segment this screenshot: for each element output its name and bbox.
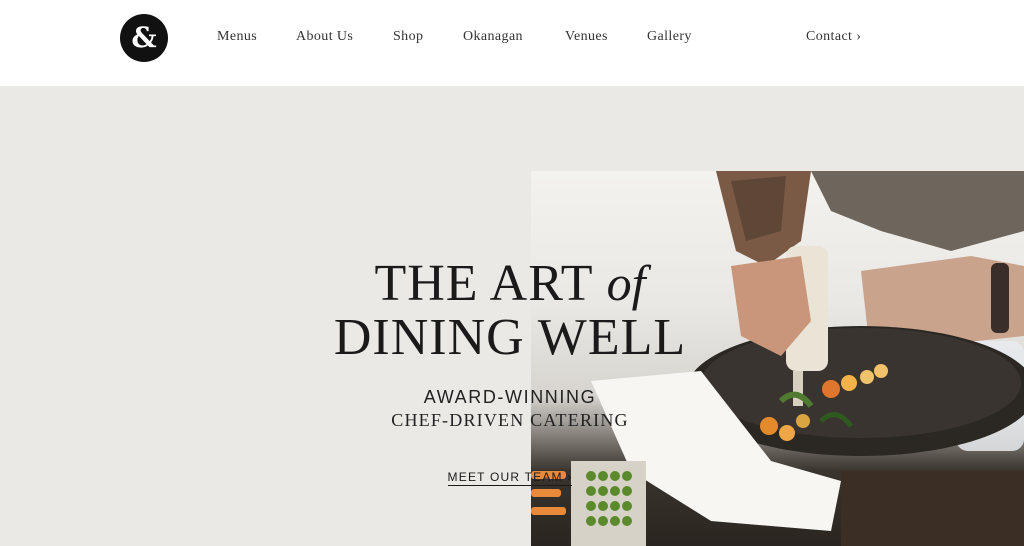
nav-item-menus[interactable]: Menus — [217, 29, 257, 45]
nav-item-shop[interactable]: Shop — [393, 29, 423, 45]
hero-title-line1-main: THE ART — [374, 255, 607, 312]
hero-title-line2: DINING WELL — [333, 309, 687, 366]
nav-item-venues[interactable]: Venues — [565, 29, 608, 45]
hero-section: THE ART of DINING WELL AWARD-WINNING CHE… — [0, 86, 1024, 546]
meet-our-team-label: MEET OUR TEAM › — [447, 470, 573, 486]
nav-item-gallery[interactable]: Gallery — [647, 29, 692, 45]
nav-item-okanagan[interactable]: Okanagan — [463, 29, 523, 45]
nav-item-contact[interactable]: Contact › — [806, 29, 861, 45]
hero-subtitle-line1: AWARD-WINNING — [423, 387, 597, 407]
hero-subtitle-line2: CHEF-DRIVEN CATERING — [391, 410, 629, 430]
hero-title: THE ART of DINING WELL — [300, 256, 720, 365]
ampersand-logo-icon[interactable]: & — [120, 14, 168, 62]
meet-our-team-link[interactable]: MEET OUR TEAM › — [410, 470, 610, 486]
site-header: & Menus About Us Shop Okanagan Venues Ga… — [0, 0, 1024, 86]
nav-item-about-us[interactable]: About Us — [296, 29, 353, 45]
hero-title-line1-italic: of — [606, 255, 646, 311]
logo-glyph: & — [131, 21, 157, 54]
hero-title-line1: THE ART of — [300, 256, 720, 311]
